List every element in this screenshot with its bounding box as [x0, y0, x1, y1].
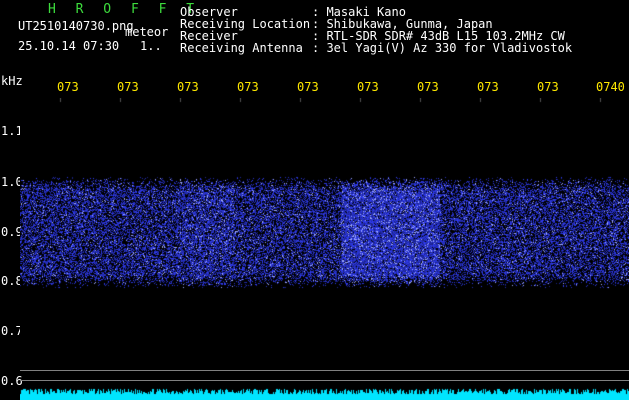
- baseline-rule: [20, 370, 629, 371]
- time-tick-label: 073: [177, 80, 199, 94]
- field-antenna-value: : 3el Yagi(V) Az 330 for Vladivostok: [312, 41, 573, 55]
- datetime-label: 25.10.14 07:30: [18, 39, 120, 53]
- field-antenna-label: Receiving Antenna: [180, 41, 303, 55]
- time-tick-label: 073: [117, 80, 139, 94]
- time-tick-label: 073: [57, 80, 79, 94]
- filename-label: UT2510140730.png: [18, 19, 134, 33]
- time-tick-label: 0740: [596, 80, 625, 94]
- baseline-rule: [20, 380, 629, 381]
- time-tick-label: 073: [417, 80, 439, 94]
- mode-label: meteor: [125, 25, 169, 39]
- time-tick-label: 073: [477, 80, 499, 94]
- freq-unit-label: kHz: [1, 74, 23, 88]
- time-tick-label: 073: [237, 80, 259, 94]
- noise-level-trace: [20, 386, 629, 400]
- time-tick-label: 073: [357, 80, 379, 94]
- app-title: H R O F F T: [48, 2, 201, 17]
- spectrogram-plot: [20, 98, 629, 368]
- time-tick-label: 073: [537, 80, 559, 94]
- page-label: 1..: [140, 39, 162, 53]
- time-tick-label: 073: [297, 80, 319, 94]
